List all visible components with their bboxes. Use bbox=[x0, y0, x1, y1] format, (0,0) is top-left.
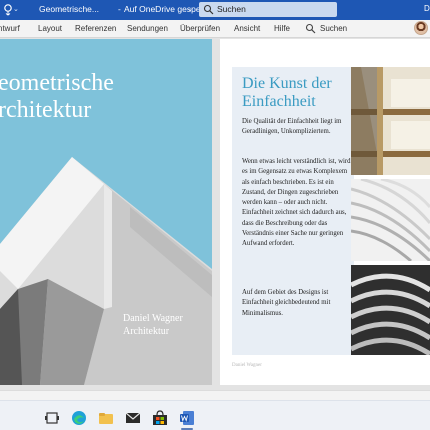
text-panel: Die Kunst der Einfachheit Die Qualität d… bbox=[232, 67, 354, 355]
paragraph: Auf dem Gebiet des Designs ist Einfachhe… bbox=[242, 289, 331, 317]
paragraph: Wenn etwas leicht verständlich ist, wird… bbox=[242, 158, 351, 248]
spiral-image bbox=[351, 265, 430, 355]
avatar[interactable] bbox=[414, 21, 428, 35]
ribbon-tabs: ntwurf Layout Referenzen Sendungen Überp… bbox=[0, 20, 430, 38]
page-footer: Daniel Wagner bbox=[232, 363, 262, 368]
tab-layout[interactable]: Layout bbox=[38, 24, 62, 33]
ribbon-search-label[interactable]: Suchen bbox=[320, 24, 347, 33]
curves-image bbox=[351, 179, 430, 261]
tab-entwurf[interactable]: ntwurf bbox=[0, 24, 20, 33]
search-icon[interactable] bbox=[305, 23, 316, 34]
document-area[interactable]: eometrische rchitektur Daniel Wagner Arc… bbox=[0, 38, 430, 390]
user-name[interactable]: D bbox=[424, 4, 430, 13]
cover-author: Daniel Wagner Architektur bbox=[123, 312, 183, 338]
author-role: Architektur bbox=[123, 326, 170, 337]
article-title-line: Die Kunst der bbox=[242, 75, 332, 92]
task-view-icon[interactable] bbox=[44, 410, 60, 426]
status-bar bbox=[0, 390, 430, 400]
search-icon bbox=[203, 4, 214, 15]
document-title[interactable]: Geometrische... bbox=[39, 4, 99, 14]
article-title-line: Einfachheit bbox=[242, 93, 316, 110]
tab-hilfe[interactable]: Hilfe bbox=[274, 24, 290, 33]
tab-ueberpruefen[interactable]: Überprüfen bbox=[180, 24, 220, 33]
word-icon[interactable] bbox=[179, 410, 195, 426]
author-name: Daniel Wagner bbox=[123, 313, 183, 324]
search-placeholder: Suchen bbox=[217, 4, 246, 14]
cover-title-line: rchitektur bbox=[0, 97, 92, 123]
cover-title-line: eometrische bbox=[0, 70, 114, 96]
cover-title: eometrische rchitektur bbox=[0, 70, 114, 124]
tab-referenzen[interactable]: Referenzen bbox=[75, 24, 116, 33]
photo-spiral bbox=[351, 265, 430, 355]
tab-ansicht[interactable]: Ansicht bbox=[234, 24, 260, 33]
explorer-icon[interactable] bbox=[98, 410, 114, 426]
photo-balconies bbox=[351, 67, 430, 175]
mail-icon[interactable] bbox=[125, 410, 141, 426]
title-bar: ⌄ Geometrische... - Auf OneDrive gespeic… bbox=[0, 0, 430, 20]
paragraph: Die Qualität der Einfachheit liegt im Ge… bbox=[242, 118, 342, 136]
share-chevron-icon[interactable]: ⌄ bbox=[13, 5, 19, 15]
search-input[interactable]: Suchen bbox=[199, 2, 337, 17]
cover-page[interactable]: eometrische rchitektur Daniel Wagner Arc… bbox=[0, 39, 212, 385]
share-icon[interactable] bbox=[3, 3, 13, 16]
balconies-image bbox=[351, 67, 430, 175]
edge-icon[interactable] bbox=[71, 410, 87, 426]
chevron-down-icon[interactable]: ⌄ bbox=[187, 5, 193, 13]
article-title: Die Kunst der Einfachheit bbox=[242, 75, 332, 111]
tab-sendungen[interactable]: Sendungen bbox=[127, 24, 168, 33]
article-page[interactable]: Die Kunst der Einfachheit Die Qualität d… bbox=[220, 39, 430, 385]
title-separator: - bbox=[118, 4, 121, 14]
taskbar bbox=[0, 400, 430, 430]
photo-curves bbox=[351, 179, 430, 261]
store-icon[interactable] bbox=[152, 410, 168, 426]
